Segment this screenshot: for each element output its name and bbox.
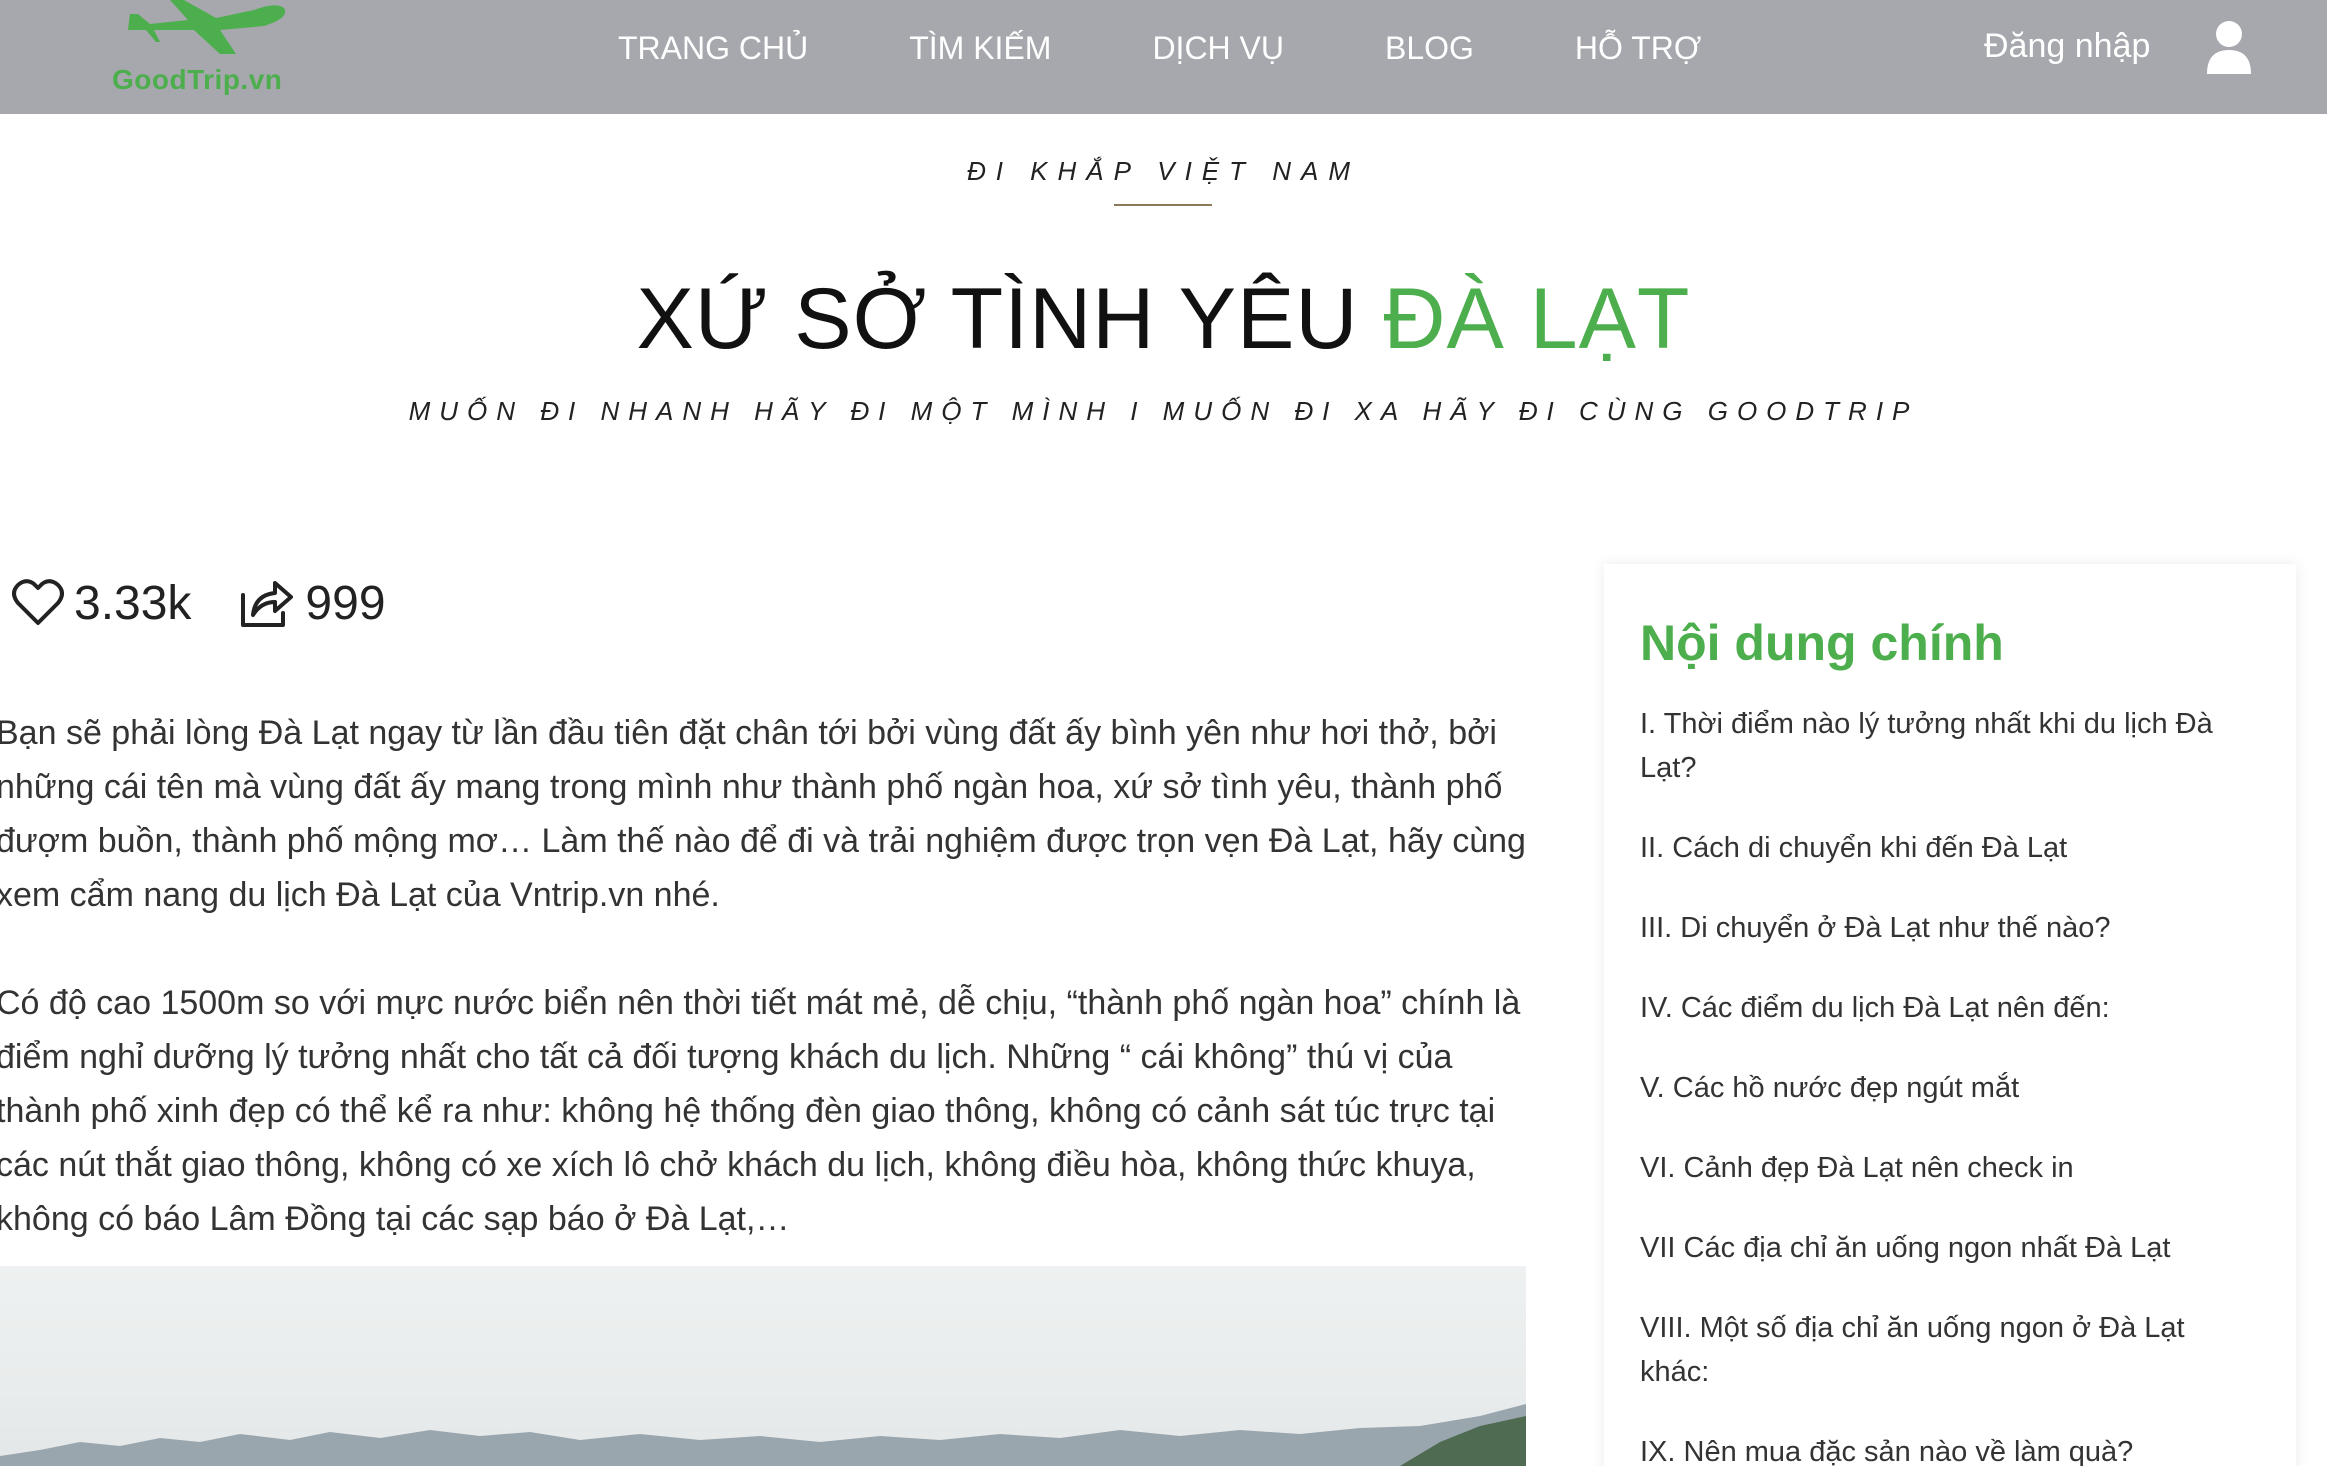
toc-item[interactable]: VII Các địa chỉ ăn uống ngon nhất Đà Lạt — [1640, 1226, 2260, 1270]
nav-item-services[interactable]: DỊCH VỤ — [1152, 30, 1284, 67]
share-icon — [241, 581, 294, 627]
toc-item[interactable]: III. Di chuyển ở Đà Lạt như thế nào? — [1640, 906, 2260, 950]
like-count: 3.33k — [74, 576, 192, 630]
nav-item-blog[interactable]: BLOG — [1385, 30, 1474, 67]
nav-item-support[interactable]: HỖ TRỢ — [1575, 30, 1701, 67]
share-button[interactable]: 999 — [237, 576, 386, 631]
share-count: 999 — [305, 576, 386, 630]
toc-title: Nội dung chính — [1640, 615, 2004, 671]
like-button[interactable]: 3.33k — [12, 576, 191, 631]
toc-item[interactable]: VIII. Một số địa chỉ ăn uống ngon ở Đà L… — [1640, 1306, 2260, 1394]
top-navbar: GoodTrip.vn TRANG CHỦ TÌM KIẾM DỊCH VỤ B… — [0, 0, 2327, 114]
table-of-contents-panel: Nội dung chính I. Thời điểm nào lý tưởng… — [1604, 564, 2296, 1466]
site-logo[interactable]: GoodTrip.vn — [110, 0, 310, 114]
mountains-illustration — [0, 1404, 1526, 1466]
toc-item[interactable]: VI. Cảnh đẹp Đà Lạt nên check in — [1640, 1146, 2260, 1190]
toc-item[interactable]: IV. Các điểm du lịch Đà Lạt nên đến: — [1640, 986, 2260, 1030]
page-title: XỨ SỞ TÌNH YÊU ĐÀ LẠT — [0, 270, 2327, 369]
article-paragraph: Bạn sẽ phải lòng Đà Lạt ngay từ lần đầu … — [0, 714, 1526, 914]
heart-icon — [12, 579, 64, 625]
section-kicker: ĐI KHẮP VIỆT NAM — [966, 156, 1361, 186]
article-paragraph: Có độ cao 1500m so với mực nước biển nên… — [0, 984, 1521, 1238]
toc-item[interactable]: V. Các hồ nước đẹp ngút mắt — [1640, 1066, 2260, 1110]
airplane-icon — [128, 0, 286, 54]
dalat-landscape-image — [0, 1266, 1526, 1466]
toc-item[interactable]: IX. Nên mua đặc sản nào về làm quà? — [1640, 1430, 2260, 1466]
kicker-divider — [1114, 204, 1212, 206]
toc-item[interactable]: II. Cách di chuyển khi đến Đà Lạt — [1640, 826, 2260, 870]
user-icon[interactable] — [2205, 20, 2253, 74]
logo-text: GoodTrip.vn — [112, 64, 283, 95]
login-link[interactable]: Đăng nhập — [1984, 27, 2150, 66]
article-stats: 3.33k 999 — [12, 568, 432, 638]
nav-item-search[interactable]: TÌM KIẾM — [909, 30, 1051, 67]
nav-item-home[interactable]: TRANG CHỦ — [618, 30, 808, 67]
toc-item[interactable]: I. Thời điểm nào lý tưởng nhất khi du lị… — [1640, 702, 2260, 790]
page-tagline: MUỐN ĐI NHANH HÃY ĐI MỘT MÌNH I MUỐN ĐI … — [408, 396, 1919, 426]
article-body: Bạn sẽ phải lòng Đà Lạt ngay từ lần đầu … — [0, 706, 1536, 1300]
page-title-accent: ĐÀ LẠT — [1383, 271, 1691, 367]
page-title-main: XỨ SỞ TÌNH YÊU — [636, 271, 1384, 367]
main-menu: TRANG CHỦ TÌM KIẾM DỊCH VỤ BLOG HỖ TRỢ — [618, 0, 1701, 96]
toc-list: I. Thời điểm nào lý tưởng nhất khi du lị… — [1640, 702, 2260, 1466]
